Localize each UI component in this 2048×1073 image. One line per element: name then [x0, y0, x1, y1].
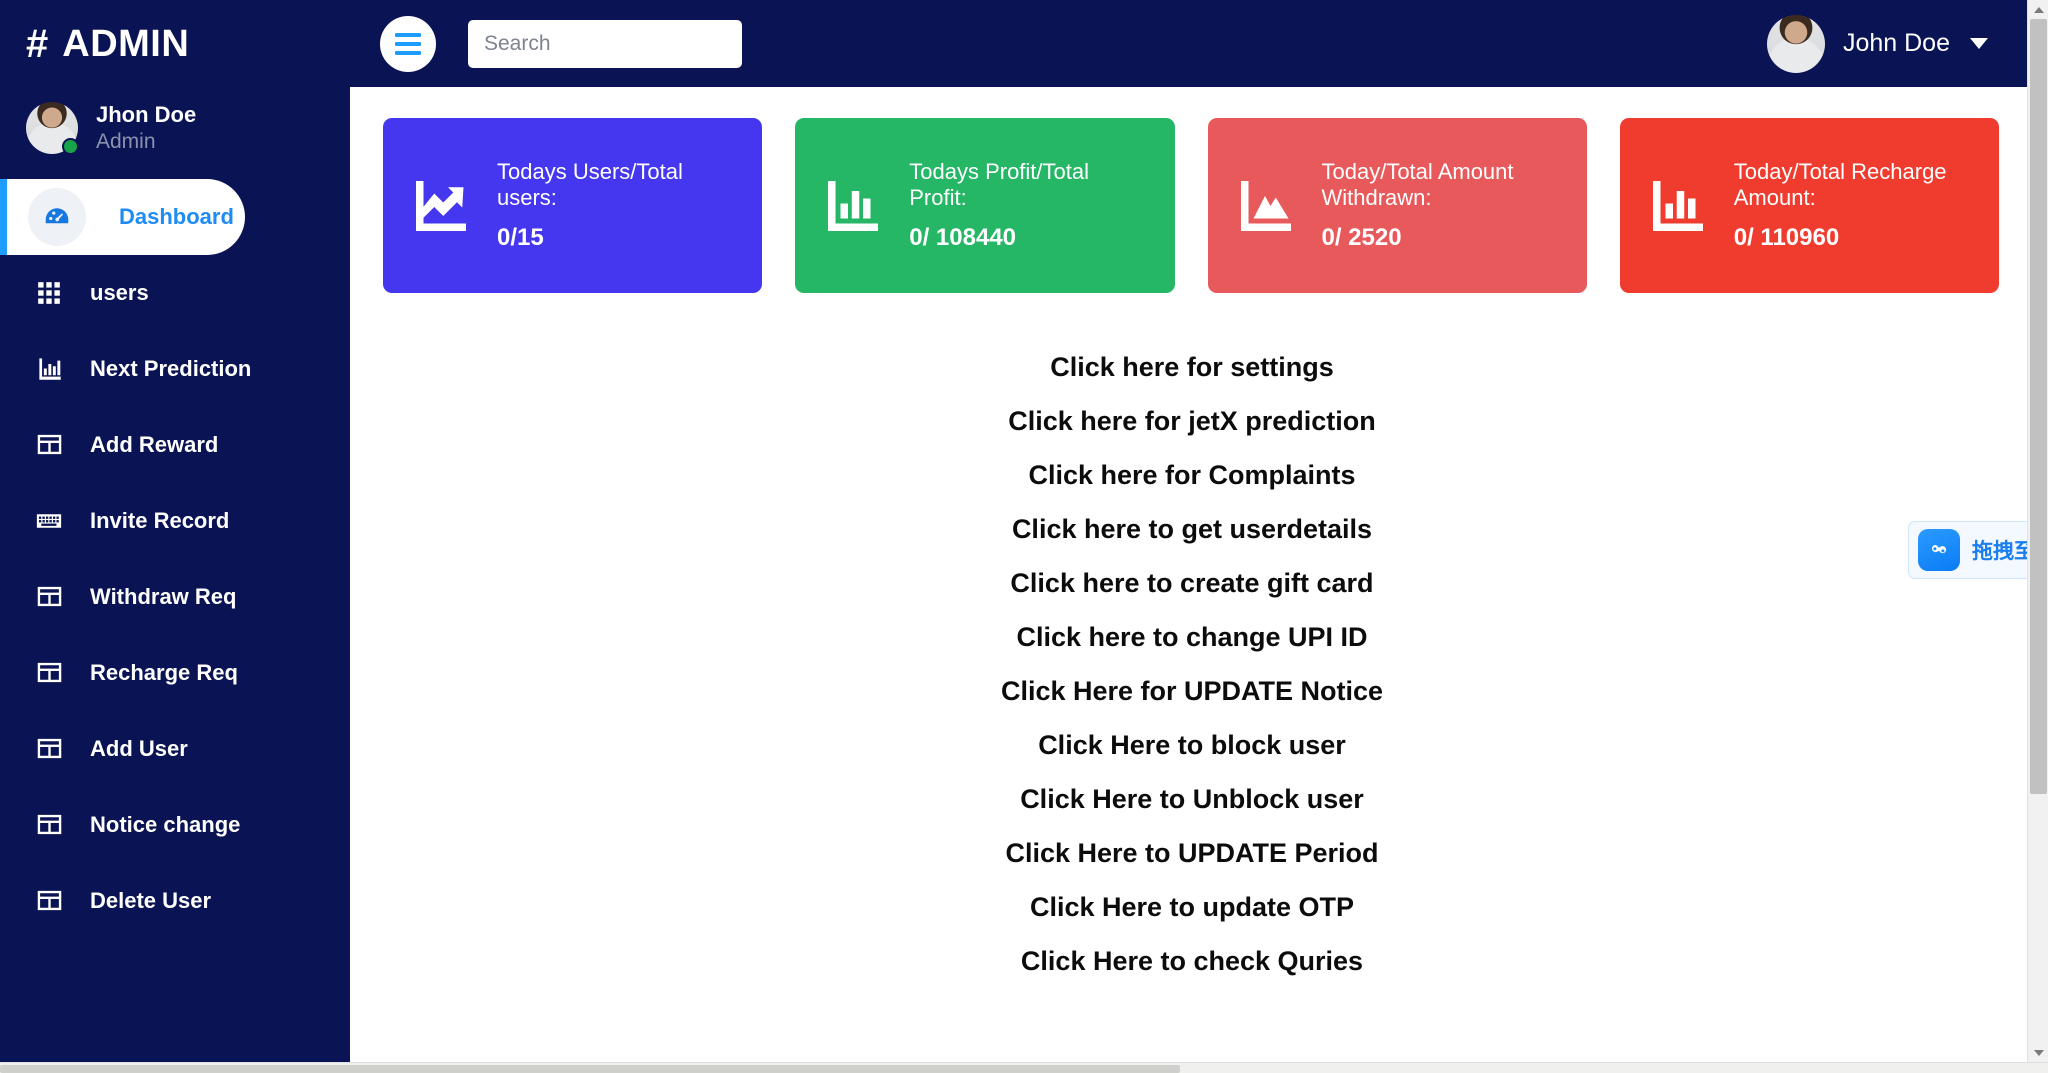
sidebar-item-label: Dashboard [119, 204, 234, 230]
horizontal-scrollbar-thumb[interactable] [0, 1065, 1180, 1073]
speedometer-icon [41, 201, 73, 233]
online-status-dot [62, 138, 79, 155]
sidebar-item-withdraw-req[interactable]: Withdraw Req [0, 559, 350, 635]
sidebar-item-add-reward[interactable]: Add Reward [0, 407, 350, 483]
hamburger-icon[interactable] [380, 16, 436, 72]
sidebar-item-label: Next Prediction [90, 356, 251, 382]
bar-chart-icon [821, 176, 885, 236]
brand-logo[interactable]: # ADMIN [0, 0, 350, 87]
main-content: Todays Users/Total users: 0/15 Todays Pr… [350, 87, 2034, 1062]
table-icon [34, 886, 64, 916]
link-update-period[interactable]: Click Here to UPDATE Period [350, 827, 2034, 880]
link-check-queries[interactable]: Click Here to check Quries [350, 935, 2034, 988]
stat-card-value: 0/ 108440 [909, 224, 1148, 252]
bar-chart-icon [1646, 176, 1710, 236]
sidebar-item-delete-user[interactable]: Delete User [0, 863, 350, 939]
dashboard-icon-badge [28, 188, 86, 246]
chevron-down-icon[interactable] [1970, 38, 1988, 49]
link-create-gift-card[interactable]: Click here to create gift card [350, 557, 2034, 610]
sidebar-item-invite-record[interactable]: Invite Record [0, 483, 350, 559]
scroll-up-arrow-icon[interactable] [2028, 0, 2048, 19]
profile-name: Jhon Doe [96, 101, 196, 129]
sidebar-item-label: users [90, 280, 149, 306]
bar-chart-icon [34, 354, 64, 384]
link-unblock-user[interactable]: Click Here to Unblock user [350, 773, 2034, 826]
link-settings[interactable]: Click here for settings [350, 341, 2034, 394]
top-navbar: John Doe [350, 0, 2034, 87]
grid-icon [34, 278, 64, 308]
sidebar-item-label: Add Reward [90, 432, 218, 458]
link-jetx-prediction[interactable]: Click here for jetX prediction [350, 395, 2034, 448]
sidebar: # ADMIN Jhon Doe Admin [0, 0, 350, 1062]
sidebar-nav: Dashboard users [0, 179, 350, 939]
baidu-netdisk-icon [1918, 529, 1960, 571]
sidebar-item-label: Notice change [90, 812, 240, 838]
stat-card-todays-users[interactable]: Todays Users/Total users: 0/15 [383, 118, 762, 293]
link-update-otp[interactable]: Click Here to update OTP [350, 881, 2034, 934]
sidebar-profile[interactable]: Jhon Doe Admin [0, 87, 350, 173]
sidebar-item-label: Withdraw Req [90, 584, 236, 610]
table-icon [34, 734, 64, 764]
stat-cards: Todays Users/Total users: 0/15 Todays Pr… [350, 87, 2034, 293]
sidebar-item-users[interactable]: users [0, 255, 350, 331]
link-block-user[interactable]: Click Here to block user [350, 719, 2034, 772]
link-userdetails[interactable]: Click here to get userdetails [350, 503, 2034, 556]
stat-card-title: Todays Users/Total users: [497, 159, 736, 211]
sidebar-item-next-prediction[interactable]: Next Prediction [0, 331, 350, 407]
table-icon [34, 582, 64, 612]
sidebar-item-label: Add User [90, 736, 188, 762]
stat-card-title: Today/Total Recharge Amount: [1734, 159, 1973, 211]
stat-card-title: Today/Total Amount Withdrawn: [1322, 159, 1561, 211]
hamburger-bar [395, 42, 421, 46]
table-icon [34, 430, 64, 460]
link-change-upi-id[interactable]: Click here to change UPI ID [350, 611, 2034, 664]
vertical-scrollbar[interactable] [2027, 0, 2048, 1062]
search-input[interactable] [468, 20, 742, 68]
stat-card-todays-profit[interactable]: Todays Profit/Total Profit: 0/ 108440 [795, 118, 1174, 293]
stat-card-value: 0/ 110960 [1734, 224, 1973, 252]
table-icon [34, 658, 64, 688]
link-update-notice[interactable]: Click Here for UPDATE Notice [350, 665, 2034, 718]
table-icon [34, 810, 64, 840]
sidebar-item-label: Delete User [90, 888, 211, 914]
sidebar-item-recharge-req[interactable]: Recharge Req [0, 635, 350, 711]
hamburger-bar [395, 33, 421, 37]
keyboard-icon [34, 506, 64, 536]
user-name: John Doe [1843, 29, 1950, 58]
user-menu[interactable]: John Doe [1767, 15, 1988, 73]
scroll-down-arrow-icon[interactable] [2028, 1043, 2048, 1062]
vertical-scrollbar-thumb[interactable] [2030, 19, 2047, 794]
action-links-list: Click here for settings Click here for j… [350, 341, 2034, 988]
admin-dashboard-page: # ADMIN Jhon Doe Admin [0, 0, 2048, 1073]
avatar [26, 102, 78, 154]
brand-title: ADMIN [62, 25, 189, 63]
horizontal-scrollbar[interactable] [0, 1062, 2048, 1073]
stat-card-amount-withdrawn[interactable]: Today/Total Amount Withdrawn: 0/ 2520 [1208, 118, 1587, 293]
link-complaints[interactable]: Click here for Complaints [350, 449, 2034, 502]
hamburger-bar [395, 51, 421, 55]
line-chart-icon [409, 176, 473, 236]
user-avatar [1767, 15, 1825, 73]
stat-card-value: 0/15 [497, 224, 736, 252]
stat-card-title: Todays Profit/Total Profit: [909, 159, 1148, 211]
sidebar-item-label: Recharge Req [90, 660, 238, 686]
profile-role: Admin [96, 129, 196, 155]
sidebar-item-notice-change[interactable]: Notice change [0, 787, 350, 863]
hash-icon: # [26, 24, 48, 64]
area-chart-icon [1234, 176, 1298, 236]
stat-card-recharge-amount[interactable]: Today/Total Recharge Amount: 0/ 110960 [1620, 118, 1999, 293]
sidebar-item-label: Invite Record [90, 508, 229, 534]
sidebar-item-add-user[interactable]: Add User [0, 711, 350, 787]
stat-card-value: 0/ 2520 [1322, 224, 1561, 252]
sidebar-item-dashboard[interactable]: Dashboard [0, 179, 245, 255]
